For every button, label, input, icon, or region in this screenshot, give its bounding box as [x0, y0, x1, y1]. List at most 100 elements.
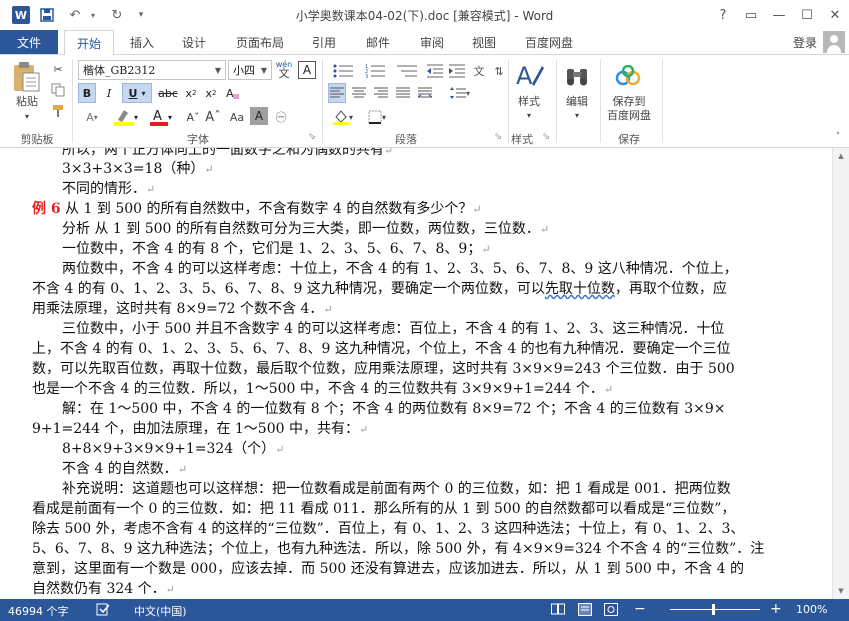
character-shading-icon[interactable]: A — [250, 107, 268, 125]
copy-icon[interactable] — [50, 82, 66, 98]
zoom-out-button[interactable]: − — [634, 601, 646, 617]
grammar-underline[interactable]: 先取十位数 — [545, 281, 615, 297]
minimize-button[interactable]: — — [765, 0, 793, 30]
grow-font-icon[interactable]: Aˆ — [204, 107, 222, 127]
format-painter-icon[interactable] — [50, 103, 66, 119]
svg-text:3: 3 — [365, 74, 368, 78]
change-case-icon[interactable]: Aa — [226, 107, 248, 127]
sort-icon[interactable]: ⇅ — [490, 61, 508, 81]
tab-design[interactable]: 设计 — [172, 30, 216, 54]
shading-icon[interactable]: ▾ — [328, 107, 358, 127]
save-to-baidu-label-1[interactable]: 保存到 — [600, 95, 658, 109]
save-icon[interactable] — [38, 6, 56, 24]
decrease-indent-icon[interactable] — [426, 61, 444, 81]
redo-icon[interactable]: ↻ — [108, 6, 126, 24]
tab-insert[interactable]: 插入 — [120, 30, 164, 54]
doc-line: 也是一个不含 4 的三位数．所以，1～500 中，不含 4 的三位数共有 3×9… — [32, 381, 614, 397]
zoom-in-button[interactable]: + — [770, 601, 782, 617]
zoom-slider-thumb[interactable] — [712, 604, 715, 615]
ribbon-display-button[interactable]: ▭ — [737, 0, 765, 30]
word-app-icon[interactable]: W — [12, 6, 30, 24]
zoom-level[interactable]: 100% — [796, 603, 827, 616]
clear-formatting-icon[interactable]: A — [224, 83, 240, 103]
multilevel-list-icon[interactable] — [392, 61, 422, 81]
proofing-icon[interactable] — [96, 603, 110, 619]
cut-icon[interactable]: ✂ — [50, 61, 66, 77]
tab-review[interactable]: 审阅 — [410, 30, 454, 54]
help-button[interactable]: ? — [709, 0, 737, 30]
superscript-button[interactable]: x2 — [202, 83, 220, 103]
subscript-button[interactable]: x2 — [182, 83, 200, 103]
doc-line: 分析 从 1 到 500 的所有自然数可分为三大类，即一位数，两位数，三位数．↵ — [62, 221, 550, 237]
styles-button-label[interactable]: 样式 — [510, 95, 548, 109]
font-dialog-launcher-icon[interactable]: ⬂ — [306, 131, 318, 143]
phonetic-guide-icon[interactable]: wén 文 — [274, 58, 294, 80]
undo-icon[interactable]: ↶ — [66, 6, 84, 24]
align-right-button[interactable] — [372, 83, 390, 103]
sign-in-link[interactable]: 登录 — [793, 34, 817, 51]
paste-button-label[interactable]: 粘贴 — [10, 95, 44, 109]
read-mode-icon[interactable] — [551, 603, 565, 618]
tab-baidu-netdisk[interactable]: 百度网盘 — [516, 30, 582, 54]
close-button[interactable]: ✕ — [821, 0, 849, 30]
tab-mailings[interactable]: 邮件 — [356, 30, 400, 54]
align-center-button[interactable] — [350, 83, 368, 103]
word-count[interactable]: 46994 个字 — [8, 603, 69, 619]
tab-view[interactable]: 视图 — [462, 30, 506, 54]
paragraph-dialog-launcher-icon[interactable]: ⬂ — [492, 131, 504, 143]
web-layout-icon[interactable] — [604, 603, 618, 619]
maximize-button[interactable]: ☐ — [793, 0, 821, 30]
editing-dropdown-icon[interactable]: ▾ — [572, 109, 582, 123]
paste-dropdown-icon[interactable]: ▾ — [20, 110, 34, 124]
bullets-icon[interactable] — [328, 61, 358, 81]
separator — [556, 59, 557, 143]
increase-indent-icon[interactable] — [448, 61, 466, 81]
strikethrough-button[interactable]: abc — [156, 83, 180, 103]
chinese-layout-icon[interactable]: 文 — [470, 61, 488, 81]
numbering-icon[interactable]: 123 — [360, 61, 390, 81]
enclose-characters-icon[interactable]: ㊀ — [272, 107, 290, 127]
vertical-scrollbar[interactable]: ▲ ▼ — [832, 148, 849, 599]
italic-button[interactable]: I — [100, 83, 118, 103]
font-color-icon[interactable]: A ▾ — [146, 107, 176, 127]
borders-icon[interactable]: ▾ — [362, 107, 392, 127]
styles-dialog-launcher-icon[interactable]: ⬂ — [540, 131, 552, 143]
bold-button[interactable]: B — [78, 83, 96, 103]
doc-line: 9+1=244 个，由加法原理，在 1～500 中，共有：↵ — [32, 421, 369, 437]
binoculars-icon[interactable] — [562, 61, 592, 91]
zoom-slider[interactable] — [670, 609, 760, 610]
separator — [662, 59, 663, 143]
tab-page-layout[interactable]: 页面布局 — [228, 30, 292, 54]
tab-home[interactable]: 开始 — [64, 30, 114, 55]
collapse-ribbon-icon[interactable]: ˄ — [832, 131, 844, 143]
tab-references[interactable]: 引用 — [302, 30, 346, 54]
line-spacing-icon[interactable]: ▾ — [446, 83, 474, 103]
chevron-down-icon[interactable]: ▼ — [257, 61, 271, 79]
user-avatar-icon[interactable] — [823, 31, 845, 53]
text-effects-icon[interactable]: A ▾ — [80, 107, 104, 127]
chevron-down-icon[interactable]: ▼ — [211, 61, 225, 79]
highlight-color-icon[interactable]: ▾ — [110, 107, 142, 127]
styles-icon[interactable]: A — [512, 59, 546, 91]
justify-button[interactable] — [394, 83, 412, 103]
language-indicator[interactable]: 中文(中国) — [134, 603, 187, 619]
undo-dropdown-icon[interactable]: ▾ — [84, 6, 102, 24]
character-border-icon[interactable]: A — [298, 61, 316, 79]
baidu-netdisk-icon[interactable] — [612, 61, 644, 91]
align-left-button[interactable] — [328, 83, 346, 103]
editing-button-label[interactable]: 编辑 — [560, 95, 594, 109]
underline-button[interactable]: U ▾ — [122, 83, 152, 103]
shrink-font-icon[interactable]: Aˇ — [184, 107, 202, 127]
scroll-down-icon[interactable]: ▼ — [833, 583, 849, 599]
scroll-up-icon[interactable]: ▲ — [833, 148, 849, 164]
tab-file[interactable]: 文件 — [0, 30, 58, 54]
paste-icon[interactable] — [10, 61, 42, 93]
font-name-combo[interactable]: 楷体_GB2312 ▼ — [78, 60, 226, 80]
styles-dropdown-icon[interactable]: ▾ — [524, 109, 534, 123]
customize-toolbar-icon[interactable]: ▾ — [132, 6, 150, 24]
font-size-combo[interactable]: 小四 ▼ — [228, 60, 272, 80]
save-to-baidu-label-2[interactable]: 百度网盘 — [600, 109, 658, 123]
print-layout-icon[interactable] — [578, 603, 592, 619]
document-area[interactable]: 所以，两个正方体向上的一面数字之和为偶数的共有↵ 3×3+3×3=18（种）↵ … — [0, 148, 849, 599]
distributed-button[interactable] — [416, 83, 434, 103]
